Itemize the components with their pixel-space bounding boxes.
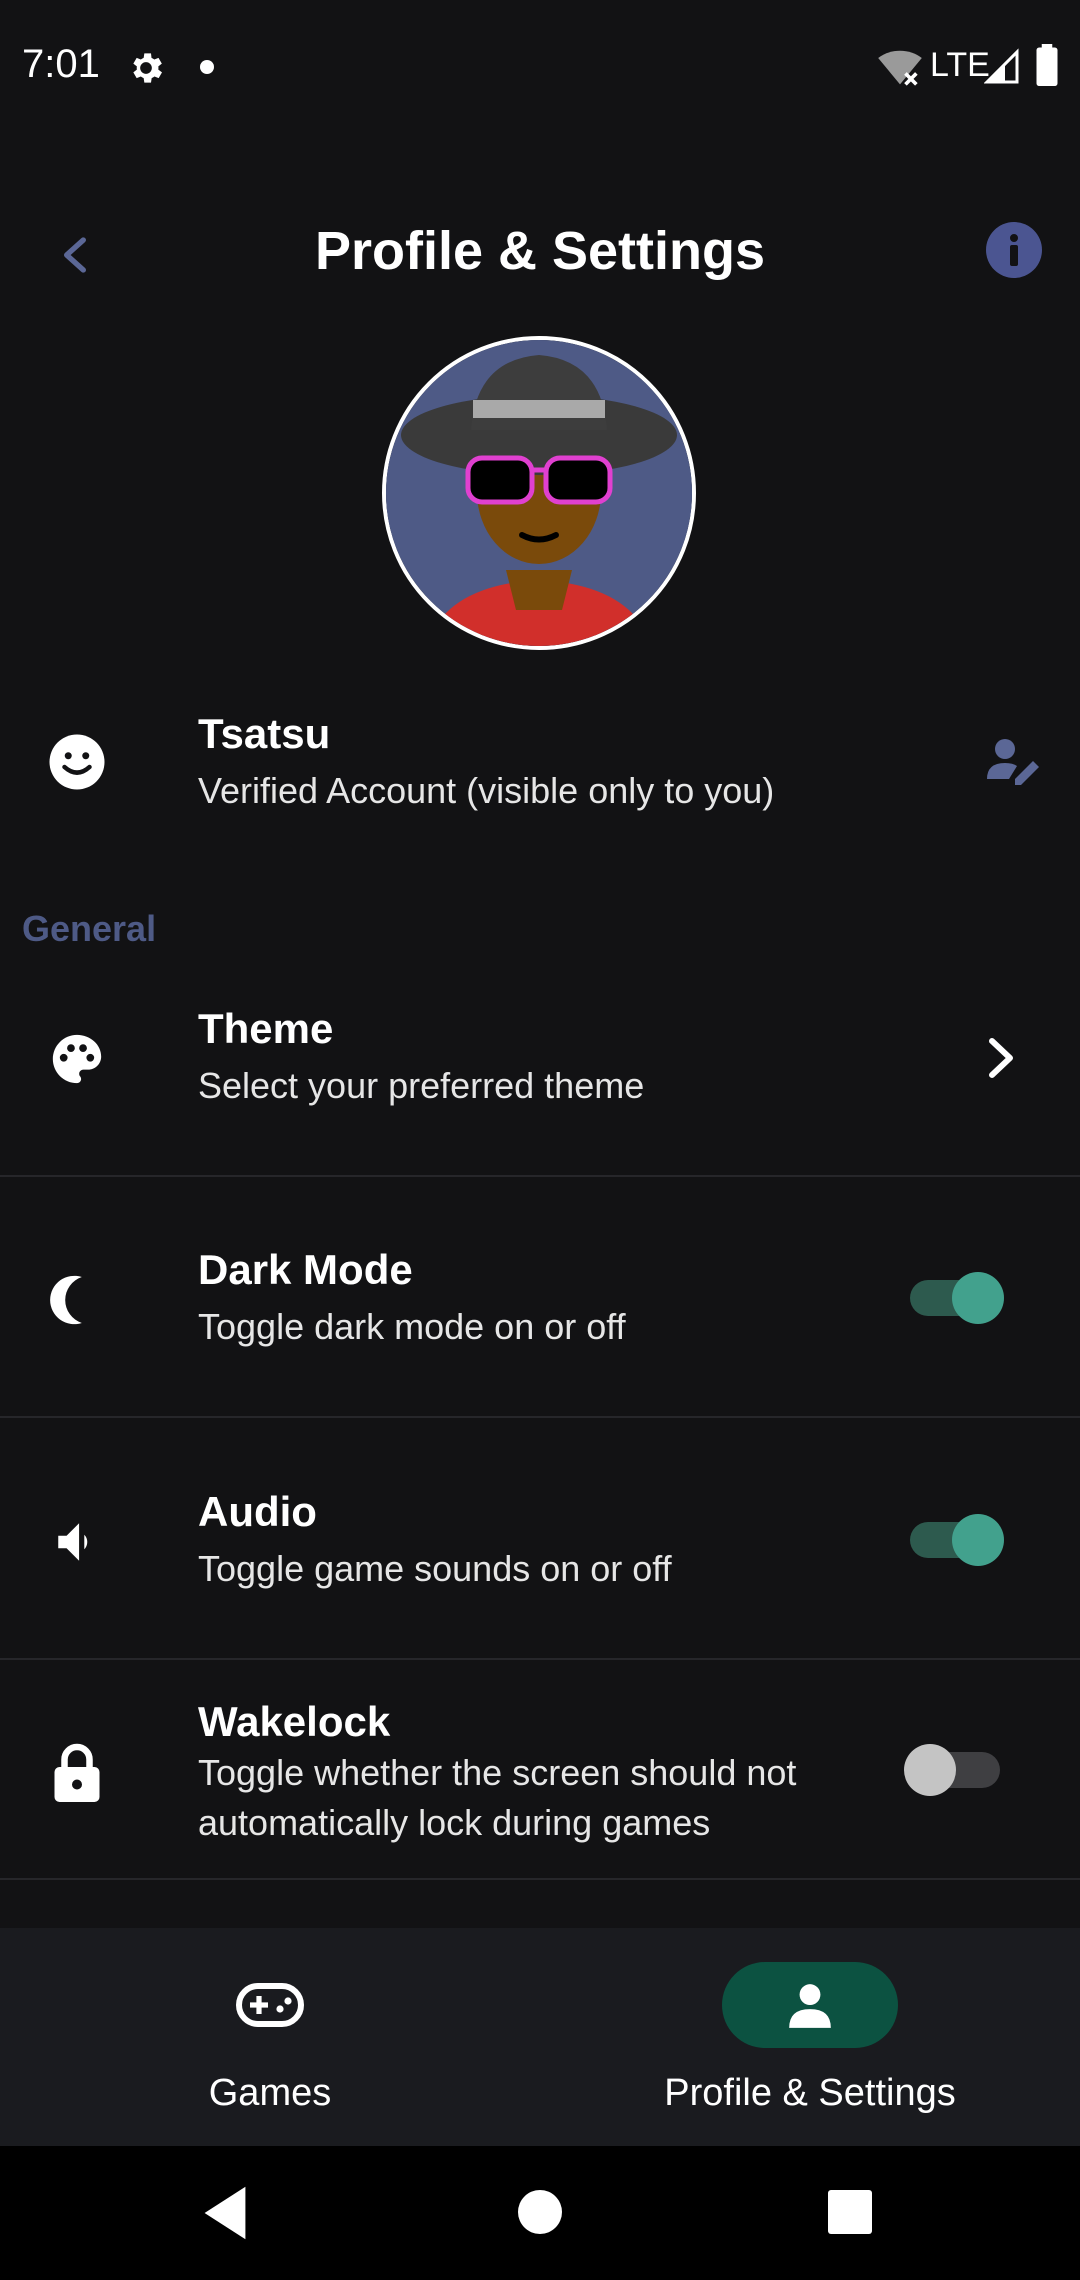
toggle-thumb bbox=[952, 1514, 1004, 1566]
setting-title: Theme bbox=[198, 1005, 334, 1052]
nav-profile-active-pill bbox=[722, 1962, 898, 2048]
toggle-thumb bbox=[952, 1272, 1004, 1324]
system-home-button[interactable] bbox=[518, 2190, 562, 2234]
chevron-right-icon bbox=[989, 1038, 1013, 1078]
system-recents-button[interactable] bbox=[828, 2190, 872, 2234]
moon-icon bbox=[45, 1268, 109, 1332]
setting-audio: Audio Toggle game sounds on or off bbox=[0, 1468, 1080, 1658]
setting-theme[interactable]: Theme Select your preferred theme bbox=[0, 985, 1080, 1175]
edit-person-icon bbox=[987, 739, 1039, 785]
person-icon bbox=[789, 1984, 831, 2028]
bottom-navigation: Games Profile & Settings bbox=[0, 1928, 1080, 2146]
cell-signal-icon bbox=[984, 48, 1019, 84]
speaker-icon bbox=[45, 1510, 109, 1574]
smiley-icon bbox=[45, 730, 109, 794]
notification-dot-icon bbox=[200, 60, 214, 74]
setting-title: Dark Mode bbox=[198, 1246, 413, 1293]
palette-icon bbox=[45, 1027, 109, 1091]
battery-icon bbox=[1036, 44, 1058, 86]
avatar-image bbox=[386, 340, 692, 646]
setting-subtitle: Select your preferred theme bbox=[198, 1065, 645, 1106]
info-icon bbox=[1010, 234, 1018, 266]
nav-games-pill bbox=[182, 1962, 358, 2048]
setting-title: Audio bbox=[198, 1488, 317, 1535]
status-bar: 7:01 LTE bbox=[0, 0, 1080, 135]
section-general-label: General bbox=[22, 908, 157, 949]
triangle-back-icon bbox=[204, 2186, 246, 2240]
info-button[interactable] bbox=[986, 222, 1042, 278]
dark-mode-toggle[interactable] bbox=[904, 1272, 1004, 1324]
avatar[interactable] bbox=[382, 336, 696, 650]
network-type: LTE bbox=[930, 46, 990, 84]
toggle-thumb bbox=[904, 1744, 956, 1796]
settings-gear-icon bbox=[133, 53, 162, 83]
wakelock-toggle[interactable] bbox=[904, 1744, 1004, 1796]
audio-toggle[interactable] bbox=[904, 1514, 1004, 1566]
edit-profile-button[interactable] bbox=[980, 726, 1050, 796]
setting-title: Wakelock bbox=[198, 1698, 391, 1745]
nav-games[interactable]: Games bbox=[0, 1962, 540, 2132]
nav-profile-settings[interactable]: Profile & Settings bbox=[540, 1962, 1080, 2132]
profile-subtitle: Verified Account (visible only to you) bbox=[198, 770, 775, 811]
setting-dark-mode: Dark Mode Toggle dark mode on or off bbox=[0, 1226, 1080, 1416]
setting-subtitle: Toggle dark mode on or off bbox=[198, 1306, 626, 1347]
page-title: Profile & Settings bbox=[314, 221, 766, 281]
setting-subtitle: Toggle game sounds on or off bbox=[198, 1548, 672, 1589]
header: Profile & Settings bbox=[0, 190, 1080, 310]
profile-row: Tsatsu Verified Account (visible only to… bbox=[0, 690, 1080, 840]
setting-subtitle: Toggle whether the screen should not aut… bbox=[198, 1752, 797, 1843]
nav-profile-label: Profile & Settings bbox=[664, 2072, 956, 2114]
gamepad-icon bbox=[236, 1983, 304, 2027]
divider bbox=[0, 1416, 1080, 1418]
lock-icon bbox=[45, 1740, 109, 1804]
wifi-off-icon bbox=[878, 50, 922, 86]
profile-name: Tsatsu bbox=[198, 710, 331, 757]
status-time: 7:01 bbox=[22, 42, 100, 86]
system-navigation-bar bbox=[0, 2146, 1080, 2280]
nav-games-label: Games bbox=[208, 2072, 332, 2114]
divider bbox=[0, 1175, 1080, 1177]
divider bbox=[0, 1658, 1080, 1660]
system-back-button[interactable] bbox=[190, 2178, 260, 2248]
setting-wakelock: Wakelock Toggle whether the screen shoul… bbox=[0, 1698, 1080, 1878]
divider bbox=[0, 1878, 1080, 1880]
